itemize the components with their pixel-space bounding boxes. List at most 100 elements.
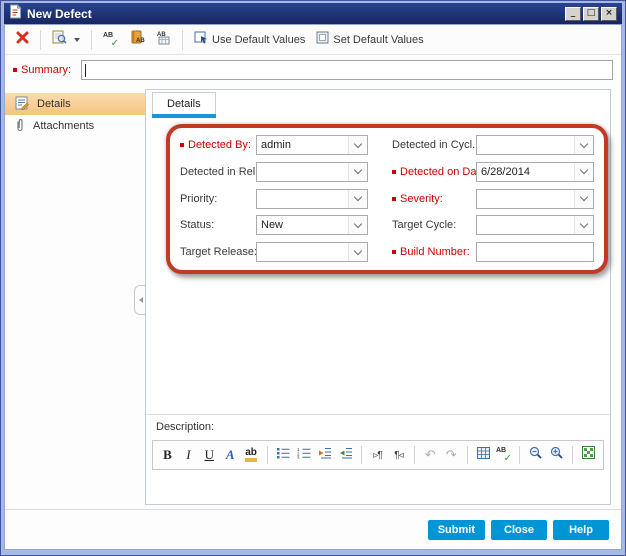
- description-editor[interactable]: [152, 471, 604, 500]
- paperclip-icon: [15, 118, 25, 135]
- underline-button[interactable]: U: [200, 445, 219, 465]
- detected-on-date-combo[interactable]: 6/28/2014: [476, 162, 594, 182]
- combo-dropdown-button[interactable]: [574, 190, 593, 208]
- redo-button[interactable]: ↷: [442, 445, 461, 465]
- thesaurus-button[interactable]: AB: [127, 28, 148, 52]
- combo-dropdown-button[interactable]: [574, 163, 593, 181]
- set-default-values-button[interactable]: Set Default Values: [313, 29, 426, 51]
- summary-input[interactable]: [81, 60, 613, 80]
- combo-dropdown-button[interactable]: [348, 216, 367, 234]
- chevron-down-icon: [354, 166, 362, 174]
- required-marker: [392, 170, 396, 174]
- insert-table-button[interactable]: [474, 445, 493, 465]
- priority-combo[interactable]: [256, 189, 368, 209]
- form-row: Detected By: admin Detected in Cycl..: [180, 135, 594, 155]
- indent-icon: [318, 446, 332, 464]
- priority-label: Priority:: [180, 193, 256, 205]
- combo-dropdown-button[interactable]: [348, 243, 367, 261]
- spell-check-button[interactable]: AB✓: [495, 445, 514, 465]
- red-x-icon: [16, 31, 29, 49]
- submit-button[interactable]: Submit: [428, 520, 485, 540]
- undo-icon: ↶: [425, 448, 436, 463]
- zoom-in-button[interactable]: [547, 445, 566, 465]
- highlight-button[interactable]: ab: [242, 445, 261, 465]
- rtl-paragraph-button[interactable]: ¶◃: [389, 445, 408, 465]
- bold-button[interactable]: B: [158, 445, 177, 465]
- toolbar-separator: [519, 446, 520, 464]
- maximize-button[interactable]: □: [583, 7, 599, 21]
- combo-dropdown-button[interactable]: [574, 136, 593, 154]
- check-spelling-button[interactable]: AB ✓: [100, 30, 122, 50]
- rtl-paragraph-icon: ¶◃: [394, 450, 402, 461]
- summary-label: Summary:: [13, 64, 71, 76]
- toolbar-separator: [414, 446, 415, 464]
- italic-button[interactable]: I: [179, 445, 198, 465]
- details-panel: Details Detected By: admin Detected in C…: [145, 89, 611, 505]
- build-number-input[interactable]: [476, 242, 594, 262]
- form-row: Status: New Target Cycle:: [180, 215, 594, 235]
- target-cycle-combo[interactable]: [476, 215, 594, 235]
- collapse-left-arrow-icon: [139, 297, 143, 303]
- target-release-label: Target Release:: [180, 246, 256, 258]
- required-marker: [180, 143, 184, 147]
- detected-by-combo[interactable]: admin: [256, 135, 368, 155]
- required-marker: [392, 197, 396, 201]
- use-default-values-button[interactable]: Use Default Values: [191, 28, 308, 51]
- window-client-area: AB ✓ AB AB Use Default Values Set Defa: [4, 24, 622, 550]
- main-toolbar: AB ✓ AB AB Use Default Values Set Defa: [5, 25, 621, 55]
- underline-icon: U: [205, 447, 214, 463]
- numbered-list-button[interactable]: 123: [294, 445, 313, 465]
- combo-dropdown-button[interactable]: [574, 216, 593, 234]
- detected-in-release-label: Detected in Rel..: [180, 166, 256, 178]
- form-row: Priority: Severity:: [180, 189, 594, 209]
- close-dialog-button[interactable]: Close: [491, 520, 547, 540]
- find-button[interactable]: [49, 28, 83, 52]
- spelling-options-button[interactable]: AB: [153, 28, 174, 52]
- toolbar-separator: [40, 30, 41, 50]
- toolbar-separator: [467, 446, 468, 464]
- insert-table-icon: [477, 446, 490, 464]
- detected-in-cycle-combo[interactable]: [476, 135, 594, 155]
- tab-details[interactable]: Details: [152, 92, 216, 114]
- spell-check-icon: AB ✓: [103, 32, 119, 48]
- ltr-paragraph-button[interactable]: ▹¶: [368, 445, 387, 465]
- status-label: Status:: [180, 219, 256, 231]
- window-title: New Defect: [27, 7, 92, 21]
- sidebar-item-attachments[interactable]: Attachments: [5, 115, 145, 137]
- form-row: Target Release: Build Number:: [180, 242, 594, 262]
- target-release-combo[interactable]: [256, 242, 368, 262]
- required-marker: [13, 68, 17, 72]
- sidebar-item-details[interactable]: Details: [5, 93, 145, 115]
- undo-button[interactable]: ↶: [421, 445, 440, 465]
- italic-icon: I: [186, 447, 190, 463]
- svg-text:AB: AB: [136, 38, 145, 44]
- indent-button[interactable]: [315, 445, 334, 465]
- zoom-out-button[interactable]: [526, 445, 545, 465]
- combo-dropdown-button[interactable]: [348, 163, 367, 181]
- toolbar-separator: [91, 30, 92, 50]
- combo-dropdown-button[interactable]: [348, 190, 367, 208]
- chevron-down-icon: [354, 246, 362, 254]
- detected-in-cycle-label: Detected in Cycl..: [392, 139, 476, 151]
- toolbar-separator: [182, 30, 183, 50]
- combo-dropdown-button[interactable]: [348, 136, 367, 154]
- close-button[interactable]: ×: [601, 7, 617, 21]
- build-number-label: Build Number:: [392, 246, 476, 258]
- detected-by-label: Detected By:: [180, 139, 256, 151]
- font-color-button[interactable]: A: [221, 445, 240, 465]
- bullet-list-button[interactable]: [273, 445, 292, 465]
- delete-button[interactable]: [13, 29, 32, 51]
- chevron-down-icon: [580, 139, 588, 147]
- rich-text-toolbar: B I U A ab 123 ▹¶ ¶◃ ↶ ↷ AB✓: [152, 440, 604, 470]
- detected-in-release-combo[interactable]: [256, 162, 368, 182]
- details-form-icon: [15, 96, 29, 113]
- help-button[interactable]: Help: [553, 520, 609, 540]
- fullscreen-button[interactable]: [579, 445, 598, 465]
- zoom-out-icon: [529, 446, 543, 465]
- outdent-button[interactable]: [336, 445, 355, 465]
- minimize-button[interactable]: _: [565, 7, 581, 21]
- severity-combo[interactable]: [476, 189, 594, 209]
- find-dropdown-caret-icon: [74, 38, 80, 42]
- status-combo[interactable]: New: [256, 215, 368, 235]
- content-area: Details Attachments Details Detected By:…: [5, 87, 621, 507]
